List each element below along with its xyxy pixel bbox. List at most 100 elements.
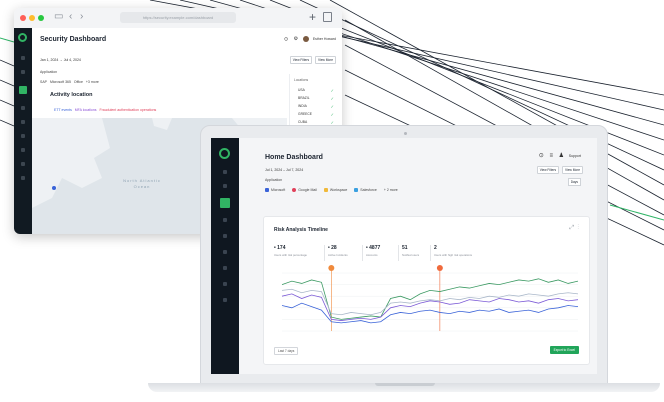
stat-label: Users with high risk operations (434, 253, 473, 257)
location-row[interactable]: USA ✓ (298, 88, 338, 94)
nav-icon[interactable] (223, 250, 227, 254)
nav-icon-active[interactable] (220, 198, 230, 208)
stat-item: • 174 Users with risk percentage (274, 245, 334, 265)
menu-icon[interactable]: ≡ (549, 153, 553, 159)
nav-icon[interactable] (21, 162, 25, 166)
location-name: INDIA (298, 104, 307, 108)
location-row[interactable]: GREECE ✓ (298, 112, 338, 118)
nav-icon[interactable] (21, 106, 25, 110)
logo-icon (18, 33, 27, 42)
divider (324, 245, 325, 261)
divider (430, 245, 431, 261)
check-icon: ✓ (330, 104, 334, 109)
workspace-icon (323, 188, 328, 193)
more-filters-chip[interactable]: +3 more (86, 80, 99, 84)
view-filters-button[interactable]: View Filters (536, 166, 560, 174)
user-menu[interactable]: Support (569, 154, 581, 158)
nav-icon[interactable] (223, 298, 227, 302)
user-name[interactable]: Esther Howard (313, 37, 336, 41)
nav-icon[interactable] (21, 120, 25, 124)
location-name: CUBA (298, 120, 308, 124)
camera-icon (404, 132, 407, 135)
address-bar[interactable]: https://security.example.com/dashboard (120, 12, 236, 23)
location-name: BRAZIL (298, 96, 310, 100)
nav-icon[interactable] (21, 134, 25, 138)
filter-chip[interactable]: Salesforce (354, 188, 377, 193)
activity-location-title: Activity location (50, 92, 93, 98)
location-name: GREECE (298, 112, 312, 116)
nav-icon-active[interactable] (19, 86, 27, 94)
location-name: USA (298, 88, 305, 92)
expand-icon[interactable]: ⤢ (569, 225, 574, 231)
nav-icon[interactable] (223, 266, 227, 270)
nav-icon[interactable] (223, 234, 227, 238)
nav-icon[interactable] (21, 70, 25, 74)
nav-icon[interactable] (223, 184, 227, 188)
period-select[interactable]: Last 7 days (274, 347, 299, 355)
help-icon[interactable]: ⊙ (284, 36, 288, 42)
laptop-screen: Home Dashboard ⊙ ≡ ♟ Support Jul 1, 2024… (211, 138, 597, 374)
filter-chip[interactable]: Google Mail (292, 188, 317, 193)
new-tab-icon[interactable]: + (309, 10, 316, 24)
card-title: Risk Analysis Timeline (274, 227, 328, 233)
filter-chips: Microsoft Google Mail Workspace Salesfor… (265, 188, 404, 193)
maximize-dot-icon[interactable] (38, 15, 44, 21)
filter-chip[interactable]: SAP (40, 80, 47, 84)
activity-type-chip[interactable]: Fraudulent authentication operations (99, 108, 156, 112)
settings-icon[interactable]: ⚙ (294, 36, 298, 42)
activity-type-chip[interactable]: MFA locations (75, 108, 97, 112)
nav-icon[interactable] (223, 218, 227, 222)
sidebar (14, 28, 32, 234)
export-button[interactable]: Export to Excel (549, 346, 579, 354)
nav-icon[interactable] (223, 282, 227, 286)
sidebar-toggle-icon[interactable]: ▭ (54, 11, 63, 22)
filter-chip[interactable]: Microsoft 365 (50, 80, 71, 84)
activity-type-filters: ETT events MFA locations Fraudulent auth… (54, 108, 156, 112)
filter-chip[interactable]: Microsoft (265, 188, 285, 193)
check-icon: ✓ (330, 96, 334, 101)
minimize-dot-icon[interactable] (29, 15, 35, 21)
page-title: Home Dashboard (265, 154, 323, 161)
user-icon[interactable]: ♟ (559, 153, 564, 159)
tabs-overview-icon[interactable] (323, 12, 332, 22)
locations-header: Locations (294, 78, 309, 82)
divider (362, 245, 363, 261)
filter-chip-label: Salesforce (360, 188, 377, 192)
activity-type-chip[interactable]: ETT events (54, 108, 72, 112)
location-row[interactable]: BRAZIL ✓ (298, 96, 338, 102)
map-ocean-label: North Atlantic Ocean (123, 178, 161, 189)
nav-icon[interactable] (21, 176, 25, 180)
sidebar (211, 138, 239, 374)
header-buttons: View Filters View More (288, 56, 336, 64)
close-dot-icon[interactable] (20, 15, 26, 21)
more-options-icon[interactable]: ⋮ (577, 225, 579, 231)
view-more-button[interactable]: View More (562, 166, 583, 174)
back-arrow-icon[interactable]: ‹ (69, 11, 72, 22)
filter-chip[interactable]: Workspace (323, 188, 347, 193)
stat-item: 2 Users with high risk operations (434, 245, 494, 265)
application-select[interactable]: Application (40, 70, 57, 74)
application-select[interactable]: Application (265, 178, 282, 182)
event-marker[interactable] (436, 265, 443, 271)
check-icon: ✓ (330, 88, 334, 93)
view-more-button[interactable]: View More (315, 56, 336, 64)
nav-icon[interactable] (21, 148, 25, 152)
filter-chip[interactable]: Office (74, 80, 83, 84)
help-icon[interactable]: ⊙ (539, 153, 544, 159)
header-user: ⊙ ≡ ♟ Support (539, 152, 581, 159)
risk-timeline-chart[interactable] (272, 263, 582, 339)
date-range-picker[interactable]: Jan 1, 2024 → Jul 4, 2024 (40, 58, 81, 62)
date-range-picker[interactable]: Jul 1, 2024 – Jul 7, 2024 (265, 168, 303, 172)
days-select[interactable]: Days (567, 178, 581, 186)
view-filters-button[interactable]: View Filters (289, 56, 313, 64)
page-title: Security Dashboard (40, 36, 107, 43)
location-row[interactable]: INDIA ✓ (298, 104, 338, 110)
nav-icon[interactable] (223, 170, 227, 174)
header-user: ⊙ ⚙ Esther Howard (284, 36, 336, 42)
avatar[interactable] (303, 36, 310, 42)
more-filters-chip[interactable]: + 2 more (384, 188, 398, 192)
nav-icon[interactable] (21, 56, 25, 60)
divider (398, 245, 399, 261)
forward-arrow-icon[interactable]: › (80, 11, 83, 22)
event-marker[interactable] (328, 265, 335, 271)
